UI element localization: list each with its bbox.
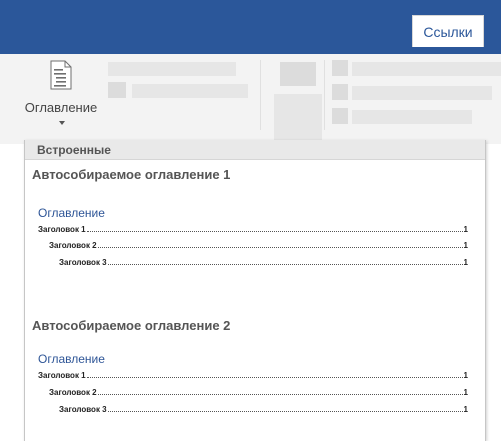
toc-leader-dots bbox=[107, 410, 463, 412]
toc-preview-entry: Заголовок 1 1 bbox=[38, 368, 468, 380]
toc-leader-dots bbox=[97, 393, 463, 395]
ribbon-placeholder bbox=[352, 86, 492, 100]
toc-option-title: Автособираемое оглавление 1 bbox=[32, 167, 231, 182]
toc-entry-text: Заголовок 1 bbox=[38, 371, 86, 380]
toc-entry-text: Заголовок 3 bbox=[59, 258, 107, 267]
ribbon-placeholder bbox=[280, 62, 316, 86]
ribbon-placeholder bbox=[108, 62, 236, 76]
toc-leader-dots bbox=[86, 230, 463, 232]
ribbon-placeholder bbox=[352, 62, 501, 76]
toc-preview-entry: Заголовок 3 1 bbox=[59, 255, 468, 267]
toc-preview-entry: Заголовок 2 1 bbox=[49, 238, 468, 250]
toc-leader-dots bbox=[107, 263, 463, 265]
table-of-contents-label: Оглавление bbox=[24, 100, 98, 115]
toc-entry-text: Заголовок 3 bbox=[59, 405, 107, 414]
toc-entry-text: Заголовок 2 bbox=[49, 241, 97, 250]
toc-entry-page: 1 bbox=[463, 258, 468, 267]
toc-entry-page: 1 bbox=[463, 405, 468, 414]
toc-entry-text: Заголовок 2 bbox=[49, 388, 97, 397]
ribbon-separator bbox=[324, 60, 325, 130]
ribbon-placeholder bbox=[332, 108, 348, 124]
ribbon-separator bbox=[260, 60, 261, 130]
toc-preview-entry: Заголовок 1 1 bbox=[38, 222, 468, 234]
toc-preview-heading: Оглавление bbox=[38, 206, 105, 220]
toc-preview-heading: Оглавление bbox=[38, 352, 105, 366]
toc-preview-entry: Заголовок 3 1 bbox=[59, 402, 468, 414]
ribbon-tab-bar: Ссылки bbox=[0, 0, 501, 54]
tab-references[interactable]: Ссылки bbox=[412, 15, 484, 47]
ribbon-placeholder bbox=[332, 60, 348, 76]
ribbon-placeholder bbox=[274, 94, 322, 140]
toc-entry-page: 1 bbox=[463, 225, 468, 234]
ribbon-placeholder bbox=[352, 110, 472, 124]
table-of-contents-icon bbox=[50, 60, 72, 90]
toc-gallery-dropdown: Встроенные Автособираемое оглавление 1 О… bbox=[24, 140, 486, 441]
toc-preview-entry: Заголовок 2 1 bbox=[49, 385, 468, 397]
ribbon-placeholder bbox=[332, 84, 348, 100]
chevron-down-icon bbox=[59, 121, 65, 125]
toc-leader-dots bbox=[86, 376, 463, 378]
toc-option-title: Автособираемое оглавление 2 bbox=[32, 318, 231, 333]
table-of-contents-button[interactable]: Оглавление bbox=[12, 56, 110, 136]
toc-entry-page: 1 bbox=[463, 371, 468, 380]
toc-entry-text: Заголовок 1 bbox=[38, 225, 86, 234]
ribbon-placeholder bbox=[132, 84, 248, 98]
toc-entry-page: 1 bbox=[463, 388, 468, 397]
ribbon-placeholder bbox=[108, 82, 126, 98]
toc-leader-dots bbox=[97, 246, 463, 248]
toc-entry-page: 1 bbox=[463, 241, 468, 250]
gallery-category-header: Встроенные bbox=[25, 140, 485, 160]
